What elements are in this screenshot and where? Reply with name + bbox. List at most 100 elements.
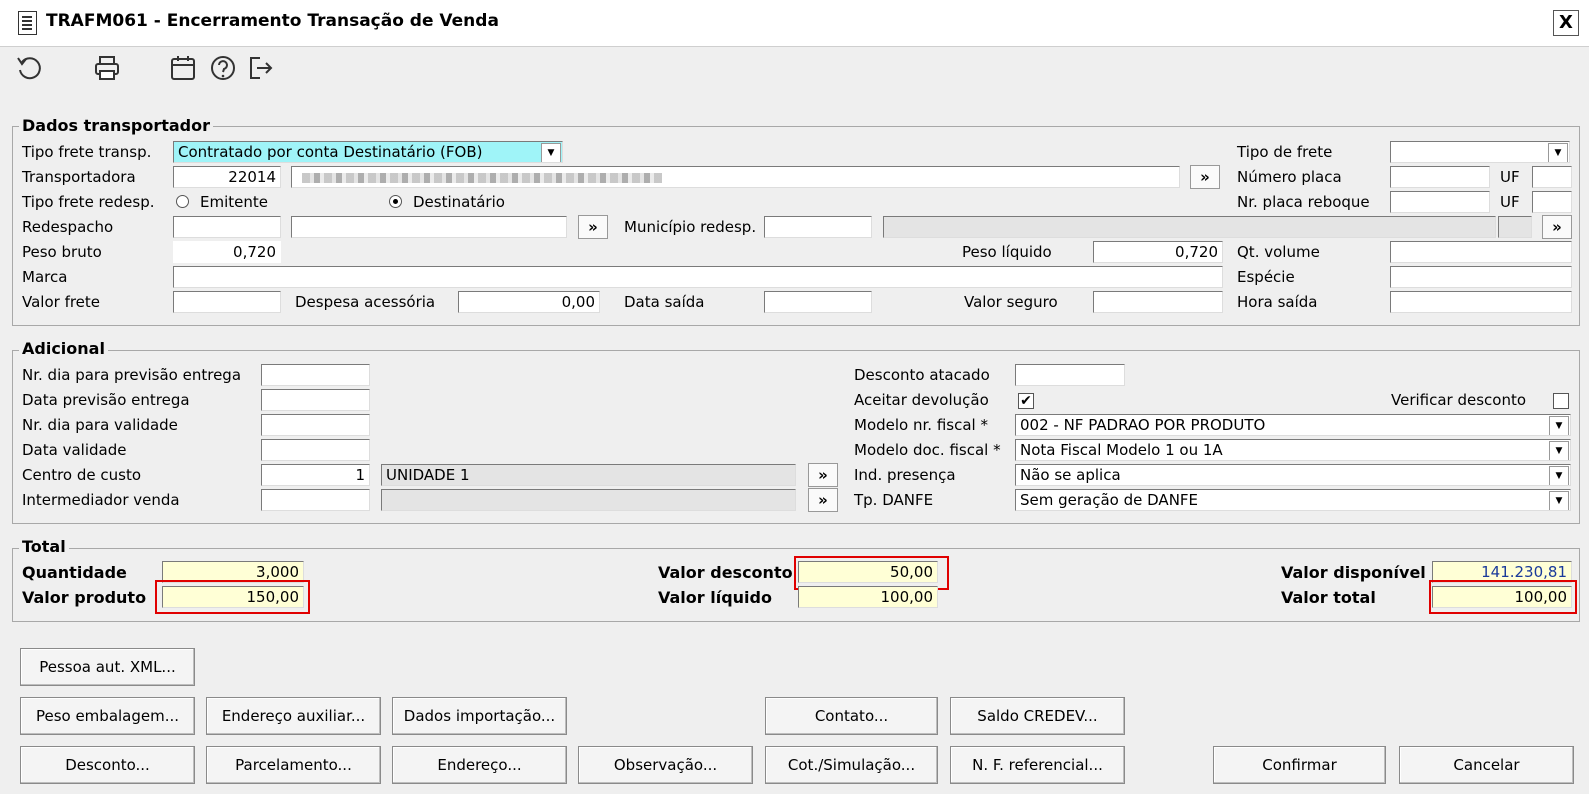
contato-button[interactable]: Contato...	[765, 697, 938, 735]
label-tipo-frete-transp: Tipo frete transp.	[22, 143, 152, 161]
input-valor-frete[interactable]	[173, 291, 281, 313]
parcelamento-button[interactable]: Parcelamento...	[206, 746, 381, 784]
input-hora-saida[interactable]	[1390, 291, 1572, 313]
input-uf-reboque[interactable]	[1532, 191, 1572, 213]
input-peso-liquido[interactable]: 0,720	[1093, 241, 1223, 263]
input-uf-placa[interactable]	[1532, 166, 1572, 188]
radio-emitente[interactable]	[176, 195, 189, 208]
label-quantidade: Quantidade	[22, 563, 127, 582]
label-modelo-nr-fiscal: Modelo nr. fiscal *	[854, 416, 988, 434]
label-uf-reboque: UF	[1500, 193, 1520, 211]
pessoa-aut-xml-button[interactable]: Pessoa aut. XML...	[20, 648, 195, 686]
chevron-down-icon[interactable]	[1548, 143, 1568, 162]
select-modelo-doc-fiscal[interactable]: Nota Fiscal Modelo 1 ou 1A	[1015, 439, 1571, 461]
chevron-down-icon[interactable]	[1549, 441, 1569, 460]
window-title: TRAFM061 - Encerramento Transação de Ven…	[46, 11, 499, 31]
observacao-button[interactable]: Observação...	[578, 746, 753, 784]
print-icon[interactable]	[92, 53, 122, 83]
endereco-auxiliar-button[interactable]: Endereço auxiliar...	[206, 697, 381, 735]
input-redespacho-name[interactable]	[291, 216, 567, 238]
label-valor-liquido: Valor líquido	[658, 588, 772, 607]
calendar-icon[interactable]	[168, 53, 198, 83]
lookup-municipio-button[interactable]: »	[1542, 215, 1572, 239]
input-qt-volume[interactable]	[1390, 241, 1572, 263]
input-especie[interactable]	[1390, 266, 1572, 288]
input-data-prev[interactable]	[261, 389, 370, 411]
chevron-down-icon[interactable]	[1549, 416, 1569, 435]
lookup-centro-custo-button[interactable]: »	[808, 463, 838, 487]
select-modelo-nr-fiscal[interactable]: 002 - NF PADRAO POR PRODUTO	[1015, 414, 1571, 436]
input-peso-bruto[interactable]: 0,720	[173, 241, 281, 263]
label-hora-saida: Hora saída	[1237, 293, 1318, 311]
label-peso-bruto: Peso bruto	[22, 243, 102, 261]
input-desconto-atacado[interactable]	[1015, 364, 1125, 386]
input-nr-dia-prev[interactable]	[261, 364, 370, 386]
checkbox-verificar-desconto[interactable]	[1553, 393, 1569, 409]
lookup-intermediador-button[interactable]: »	[808, 488, 838, 512]
label-tipo-de-frete: Tipo de frete	[1237, 143, 1333, 161]
label-nr-placa-reboque: Nr. placa reboque	[1237, 193, 1370, 211]
desconto-button[interactable]: Desconto...	[20, 746, 195, 784]
chevron-down-icon[interactable]	[1549, 491, 1569, 510]
select-ind-presenca-value: Não se aplica	[1020, 466, 1121, 484]
label-transportadora: Transportadora	[22, 168, 136, 186]
exit-icon[interactable]	[246, 53, 276, 83]
input-nr-dia-valid[interactable]	[261, 414, 370, 436]
input-redespacho-code[interactable]	[173, 216, 281, 238]
label-data-prev: Data previsão entrega	[22, 391, 190, 409]
input-municipio-code[interactable]	[764, 216, 872, 238]
close-button[interactable]: X	[1553, 10, 1579, 36]
label-qt-volume: Qt. volume	[1237, 243, 1320, 261]
input-data-valid[interactable]	[261, 439, 370, 461]
label-emitente: Emitente	[200, 193, 268, 211]
confirmar-button[interactable]: Confirmar	[1213, 746, 1386, 784]
label-ind-presenca: Ind. presença	[854, 466, 956, 484]
refresh-icon[interactable]	[14, 53, 44, 83]
label-valor-seguro: Valor seguro	[964, 293, 1058, 311]
frame-title-total: Total	[19, 537, 69, 556]
chevron-down-icon[interactable]	[1549, 466, 1569, 485]
lookup-transportadora-button[interactable]: »	[1190, 165, 1220, 189]
input-centro-custo-code[interactable]: 1	[261, 464, 370, 486]
cancelar-button[interactable]: Cancelar	[1399, 746, 1574, 784]
saldo-credev-button[interactable]: Saldo CREDEV...	[950, 697, 1125, 735]
input-municipio-uf	[1498, 216, 1532, 238]
label-peso-liquido: Peso líquido	[962, 243, 1052, 261]
label-redespacho: Redespacho	[22, 218, 114, 236]
help-icon[interactable]	[208, 53, 238, 83]
label-data-saida: Data saída	[624, 293, 705, 311]
chevron-down-icon[interactable]	[541, 143, 561, 162]
select-tp-danfe[interactable]: Sem geração de DANFE	[1015, 489, 1571, 511]
label-especie: Espécie	[1237, 268, 1295, 286]
label-nr-dia-valid: Nr. dia para validade	[22, 416, 178, 434]
input-valor-seguro[interactable]	[1093, 291, 1223, 313]
checkbox-aceitar-devolucao[interactable]: ✔	[1018, 393, 1034, 409]
nf-referencial-button[interactable]: N. F. referencial...	[950, 746, 1125, 784]
input-data-saida[interactable]	[764, 291, 872, 313]
label-modelo-doc-fiscal: Modelo doc. fiscal *	[854, 441, 1001, 459]
highlight-valor-produto	[155, 580, 310, 614]
select-tipo-frete-transp[interactable]: Contratado por conta Destinatário (FOB)	[173, 141, 563, 163]
input-nr-placa-reboque[interactable]	[1390, 191, 1490, 213]
radio-destinatario[interactable]	[389, 195, 402, 208]
select-ind-presenca[interactable]: Não se aplica	[1015, 464, 1571, 486]
input-transportadora-name[interactable]	[291, 166, 1180, 188]
input-marca[interactable]	[173, 266, 1223, 288]
select-tipo-de-frete[interactable]	[1390, 141, 1570, 163]
label-uf-placa: UF	[1500, 168, 1520, 186]
input-despesa[interactable]: 0,00	[458, 291, 600, 313]
document-icon	[18, 11, 37, 35]
lookup-redespacho-button[interactable]: »	[578, 215, 608, 239]
label-tp-danfe: Tp. DANFE	[854, 491, 934, 509]
dados-importacao-button[interactable]: Dados importação...	[392, 697, 567, 735]
input-numero-placa[interactable]	[1390, 166, 1490, 188]
peso-embalagem-button[interactable]: Peso embalagem...	[20, 697, 195, 735]
label-destinatario: Destinatário	[413, 193, 505, 211]
input-valor-liquido: 100,00	[798, 586, 938, 608]
input-intermediador-code[interactable]	[261, 489, 370, 511]
label-valor-produto: Valor produto	[22, 588, 147, 607]
endereco-button[interactable]: Endereço...	[392, 746, 567, 784]
label-centro-custo: Centro de custo	[22, 466, 142, 484]
input-transportadora-code[interactable]: 22014	[173, 166, 281, 188]
cot-simulacao-button[interactable]: Cot./Simulação...	[765, 746, 938, 784]
